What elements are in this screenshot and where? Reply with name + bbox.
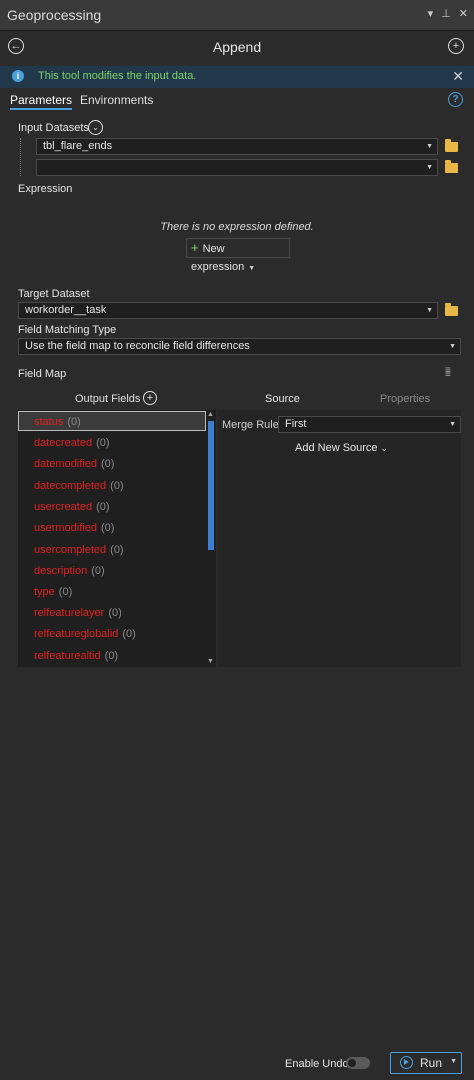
field-matching-value: Use the field map to reconcile field dif… [25,340,250,352]
merge-rule-dropdown[interactable]: First ▼ [278,416,461,433]
info-message: This tool modifies the input data. [38,70,197,82]
add-icon[interactable]: + [448,38,464,54]
field-count: (0) [91,565,105,577]
field-map-label: Field Map [18,368,67,380]
field-count: (0) [96,437,110,449]
field-name: description [34,565,88,577]
field-name: usermodified [34,522,97,534]
info-banner: i This tool modifies the input data. ✕ [0,66,474,88]
dropdown-arrow-icon: ▼ [426,164,433,171]
no-expression-text: There is no expression defined. [160,221,314,233]
field-name: relfeatureglobalid [34,628,119,640]
folder-icon[interactable] [445,303,458,316]
field-count: (0) [100,522,115,534]
field-name: status [34,416,64,428]
input-dataset-dropdown-1[interactable]: tbl_flare_ends ▼ [36,138,438,155]
chevron-down-icon: ⌄ [380,443,389,453]
dropdown-arrow-icon: ▼ [426,143,433,150]
pane-title-bar: Geoprocessing ▾ ⊥ ✕ [0,0,474,31]
field-count: (0) [110,480,124,492]
folder-icon[interactable] [445,160,458,173]
folder-icon[interactable] [445,139,458,152]
field-count: (0) [67,416,81,428]
field-item[interactable]: relfeaturealtid (0) [34,650,118,662]
dropdown-arrow-icon: ▼ [449,421,456,428]
field-name: usercreated [34,501,93,513]
field-item[interactable]: datecreated (0) [34,437,110,449]
field-item[interactable]: relfeaturelayer (0) [34,607,122,619]
field-name: datecreated [34,437,93,449]
new-expression-button[interactable]: + New expression ▼ [186,238,290,273]
add-new-source-label: Add New Source [295,442,378,454]
field-name: datemodified [34,458,97,470]
dropdown-arrow-icon[interactable]: ▼ [450,1058,457,1065]
field-count: (0) [101,458,115,470]
field-item[interactable]: type (0) [34,586,72,598]
merge-rule-value: First [285,418,307,430]
plus-icon: + [191,240,199,255]
enable-undo-label: Enable Undo [285,1058,349,1070]
field-count: (0) [104,650,119,662]
field-item[interactable]: description (0) [34,565,105,577]
field-name: relfeaturealtid [34,650,101,662]
help-icon[interactable]: ? [448,92,463,107]
enable-undo-toggle[interactable] [346,1057,370,1069]
tab-environments[interactable]: Environments [80,93,153,107]
field-item[interactable]: usercompleted (0) [34,544,124,556]
field-item[interactable]: status (0) [34,416,81,428]
field-count: (0) [108,607,122,619]
scroll-up-icon[interactable]: ▲ [207,411,214,418]
merge-rule-label: Merge Rule [222,419,279,431]
input-dataset-dropdown-2[interactable]: ▼ [36,159,438,176]
play-icon [400,1056,413,1069]
output-fields-header: Output Fields [75,393,141,405]
dropdown-arrow-icon: ▼ [449,343,456,350]
field-name: relfeaturelayer [34,607,105,619]
info-icon: i [12,70,24,82]
scroll-down-icon[interactable]: ▼ [207,658,214,665]
dismiss-info-icon[interactable]: ✕ [452,68,464,85]
add-new-source-button[interactable]: Add New Source ⌄ [295,442,388,454]
scrollbar-thumb[interactable] [208,421,214,550]
field-item[interactable]: usercreated (0) [34,501,110,513]
run-button[interactable]: Run ▼ [390,1052,462,1074]
field-item[interactable]: usermodified (0) [34,522,114,534]
add-field-icon[interactable]: + [143,391,157,405]
field-name: usercompleted [34,544,107,556]
target-dataset-value: workorder__task [25,304,107,316]
run-label: Run [420,1056,443,1070]
close-pane-icon[interactable]: ✕ [459,7,468,20]
tab-parameters[interactable]: Parameters [10,93,73,110]
tool-title: Append [212,39,262,55]
field-matching-label: Field Matching Type [18,324,117,336]
target-dataset-dropdown[interactable]: workorder__task ▼ [18,302,438,319]
input-datasets-label: Input Datasets [18,122,89,134]
field-count: (0) [58,586,73,598]
dropdown-arrow-icon: ▼ [248,265,256,272]
field-item[interactable]: datemodified (0) [34,458,114,470]
tool-header: ← Append + [0,31,474,65]
pane-title: Geoprocessing [7,7,102,23]
pane-menu-icon[interactable]: ▾ [428,7,434,20]
field-item[interactable]: relfeatureglobalid (0) [34,628,136,640]
input-dataset-value: tbl_flare_ends [43,140,113,152]
dropdown-arrow-icon: ▼ [426,307,433,314]
pin-icon[interactable]: ⊥ [441,7,451,20]
field-count: (0) [122,628,136,640]
field-name: type [34,586,55,598]
field-matching-dropdown[interactable]: Use the field map to reconcile field dif… [18,338,461,355]
field-item[interactable]: datecompleted (0) [34,480,124,492]
field-name: datecompleted [34,480,107,492]
field-count: (0) [96,501,110,513]
tab-source[interactable]: Source [265,393,300,405]
field-map-options-icon[interactable]: ≡ ≡ [445,366,457,381]
tab-properties[interactable]: Properties [380,393,430,405]
field-count: (0) [110,544,124,556]
expression-label: Expression [18,183,73,195]
row-drag-handle[interactable] [20,138,25,176]
target-dataset-label: Target Dataset [18,288,90,300]
chevron-down-icon[interactable]: ⌄ [88,120,103,135]
